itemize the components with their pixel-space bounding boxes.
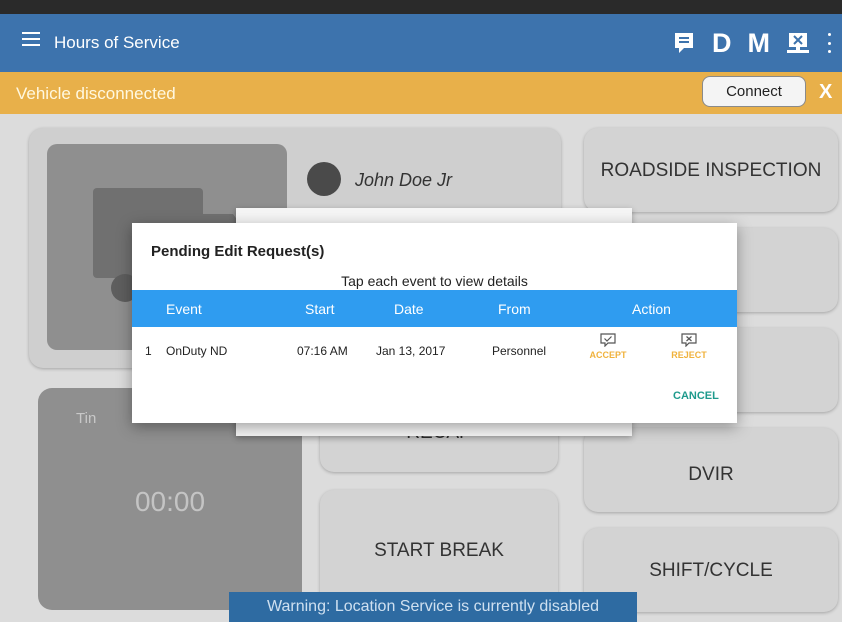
more-vertical-icon[interactable] bbox=[826, 33, 832, 53]
accept-icon bbox=[600, 333, 616, 348]
dvir-label: DVIR bbox=[688, 464, 734, 485]
column-header: Date bbox=[394, 301, 424, 317]
cancel-button[interactable]: CANCEL bbox=[673, 390, 719, 402]
banner-message: Vehicle disconnected bbox=[16, 84, 176, 103]
banner-close-button[interactable]: X bbox=[819, 81, 832, 104]
roadside-inspection-button[interactable]: ROADSIDE INSPECTION bbox=[584, 128, 838, 212]
appbar-actions: D M bbox=[672, 28, 832, 58]
accept-button[interactable]: ACCEPT bbox=[588, 333, 628, 360]
status-bar bbox=[0, 0, 842, 14]
column-header: Action bbox=[632, 301, 671, 317]
column-header: From bbox=[498, 301, 531, 317]
driver-avatar-icon bbox=[307, 162, 341, 196]
menu-icon[interactable] bbox=[22, 32, 40, 50]
connect-button[interactable]: Connect bbox=[702, 76, 806, 107]
connection-banner: Vehicle disconnected Connect X bbox=[0, 72, 842, 114]
timer-value: 00:00 bbox=[134, 486, 206, 517]
reject-label: REJECT bbox=[671, 350, 707, 360]
location-warning-toast: Warning: Location Service is currently d… bbox=[229, 592, 637, 622]
row-date: Jan 13, 2017 bbox=[376, 344, 446, 358]
app-title: Hours of Service bbox=[54, 33, 180, 52]
row-event: OnDuty ND bbox=[166, 344, 228, 358]
row-index: 1 bbox=[145, 344, 152, 358]
shift-cycle-label: SHIFT/CYCLE bbox=[649, 560, 773, 581]
duty-status-d-button[interactable]: D bbox=[712, 28, 732, 58]
start-break-label: START BREAK bbox=[374, 540, 504, 561]
pending-edit-dialog: Pending Edit Request(s) Tap each event t… bbox=[132, 223, 737, 423]
roadside-inspection-label: ROADSIDE INSPECTION bbox=[600, 160, 822, 181]
row-from: Personnel bbox=[492, 344, 547, 358]
dialog-subtitle: Tap each event to view details bbox=[341, 273, 528, 289]
reject-button[interactable]: REJECT bbox=[669, 333, 709, 360]
dialog-title: Pending Edit Request(s) bbox=[151, 243, 325, 260]
logs-label: IS bbox=[720, 260, 838, 282]
table-header: Event Start Date From Action bbox=[132, 290, 737, 327]
column-header: Start bbox=[305, 301, 335, 317]
dvir-button[interactable]: DVIR bbox=[584, 428, 838, 512]
timer-label: Tin bbox=[76, 410, 97, 427]
table-row[interactable]: 1 OnDuty ND 07:16 AM Jan 13, 2017 Person… bbox=[132, 327, 737, 375]
eld-device-icon[interactable] bbox=[786, 31, 810, 55]
message-icon[interactable] bbox=[672, 31, 696, 55]
row-start: 07:16 AM bbox=[297, 344, 348, 358]
column-header: Event bbox=[166, 301, 202, 317]
start-break-button[interactable]: START BREAK bbox=[320, 490, 558, 608]
accept-label: ACCEPT bbox=[589, 350, 627, 360]
mode-m-button[interactable]: M bbox=[748, 28, 771, 58]
app-bar: Hours of Service D M bbox=[0, 14, 842, 72]
app-screen: Hours of Service D M Vehicle disconnecte… bbox=[0, 0, 842, 622]
reject-icon bbox=[681, 333, 697, 348]
driver-name: John Doe Jr bbox=[355, 170, 453, 190]
